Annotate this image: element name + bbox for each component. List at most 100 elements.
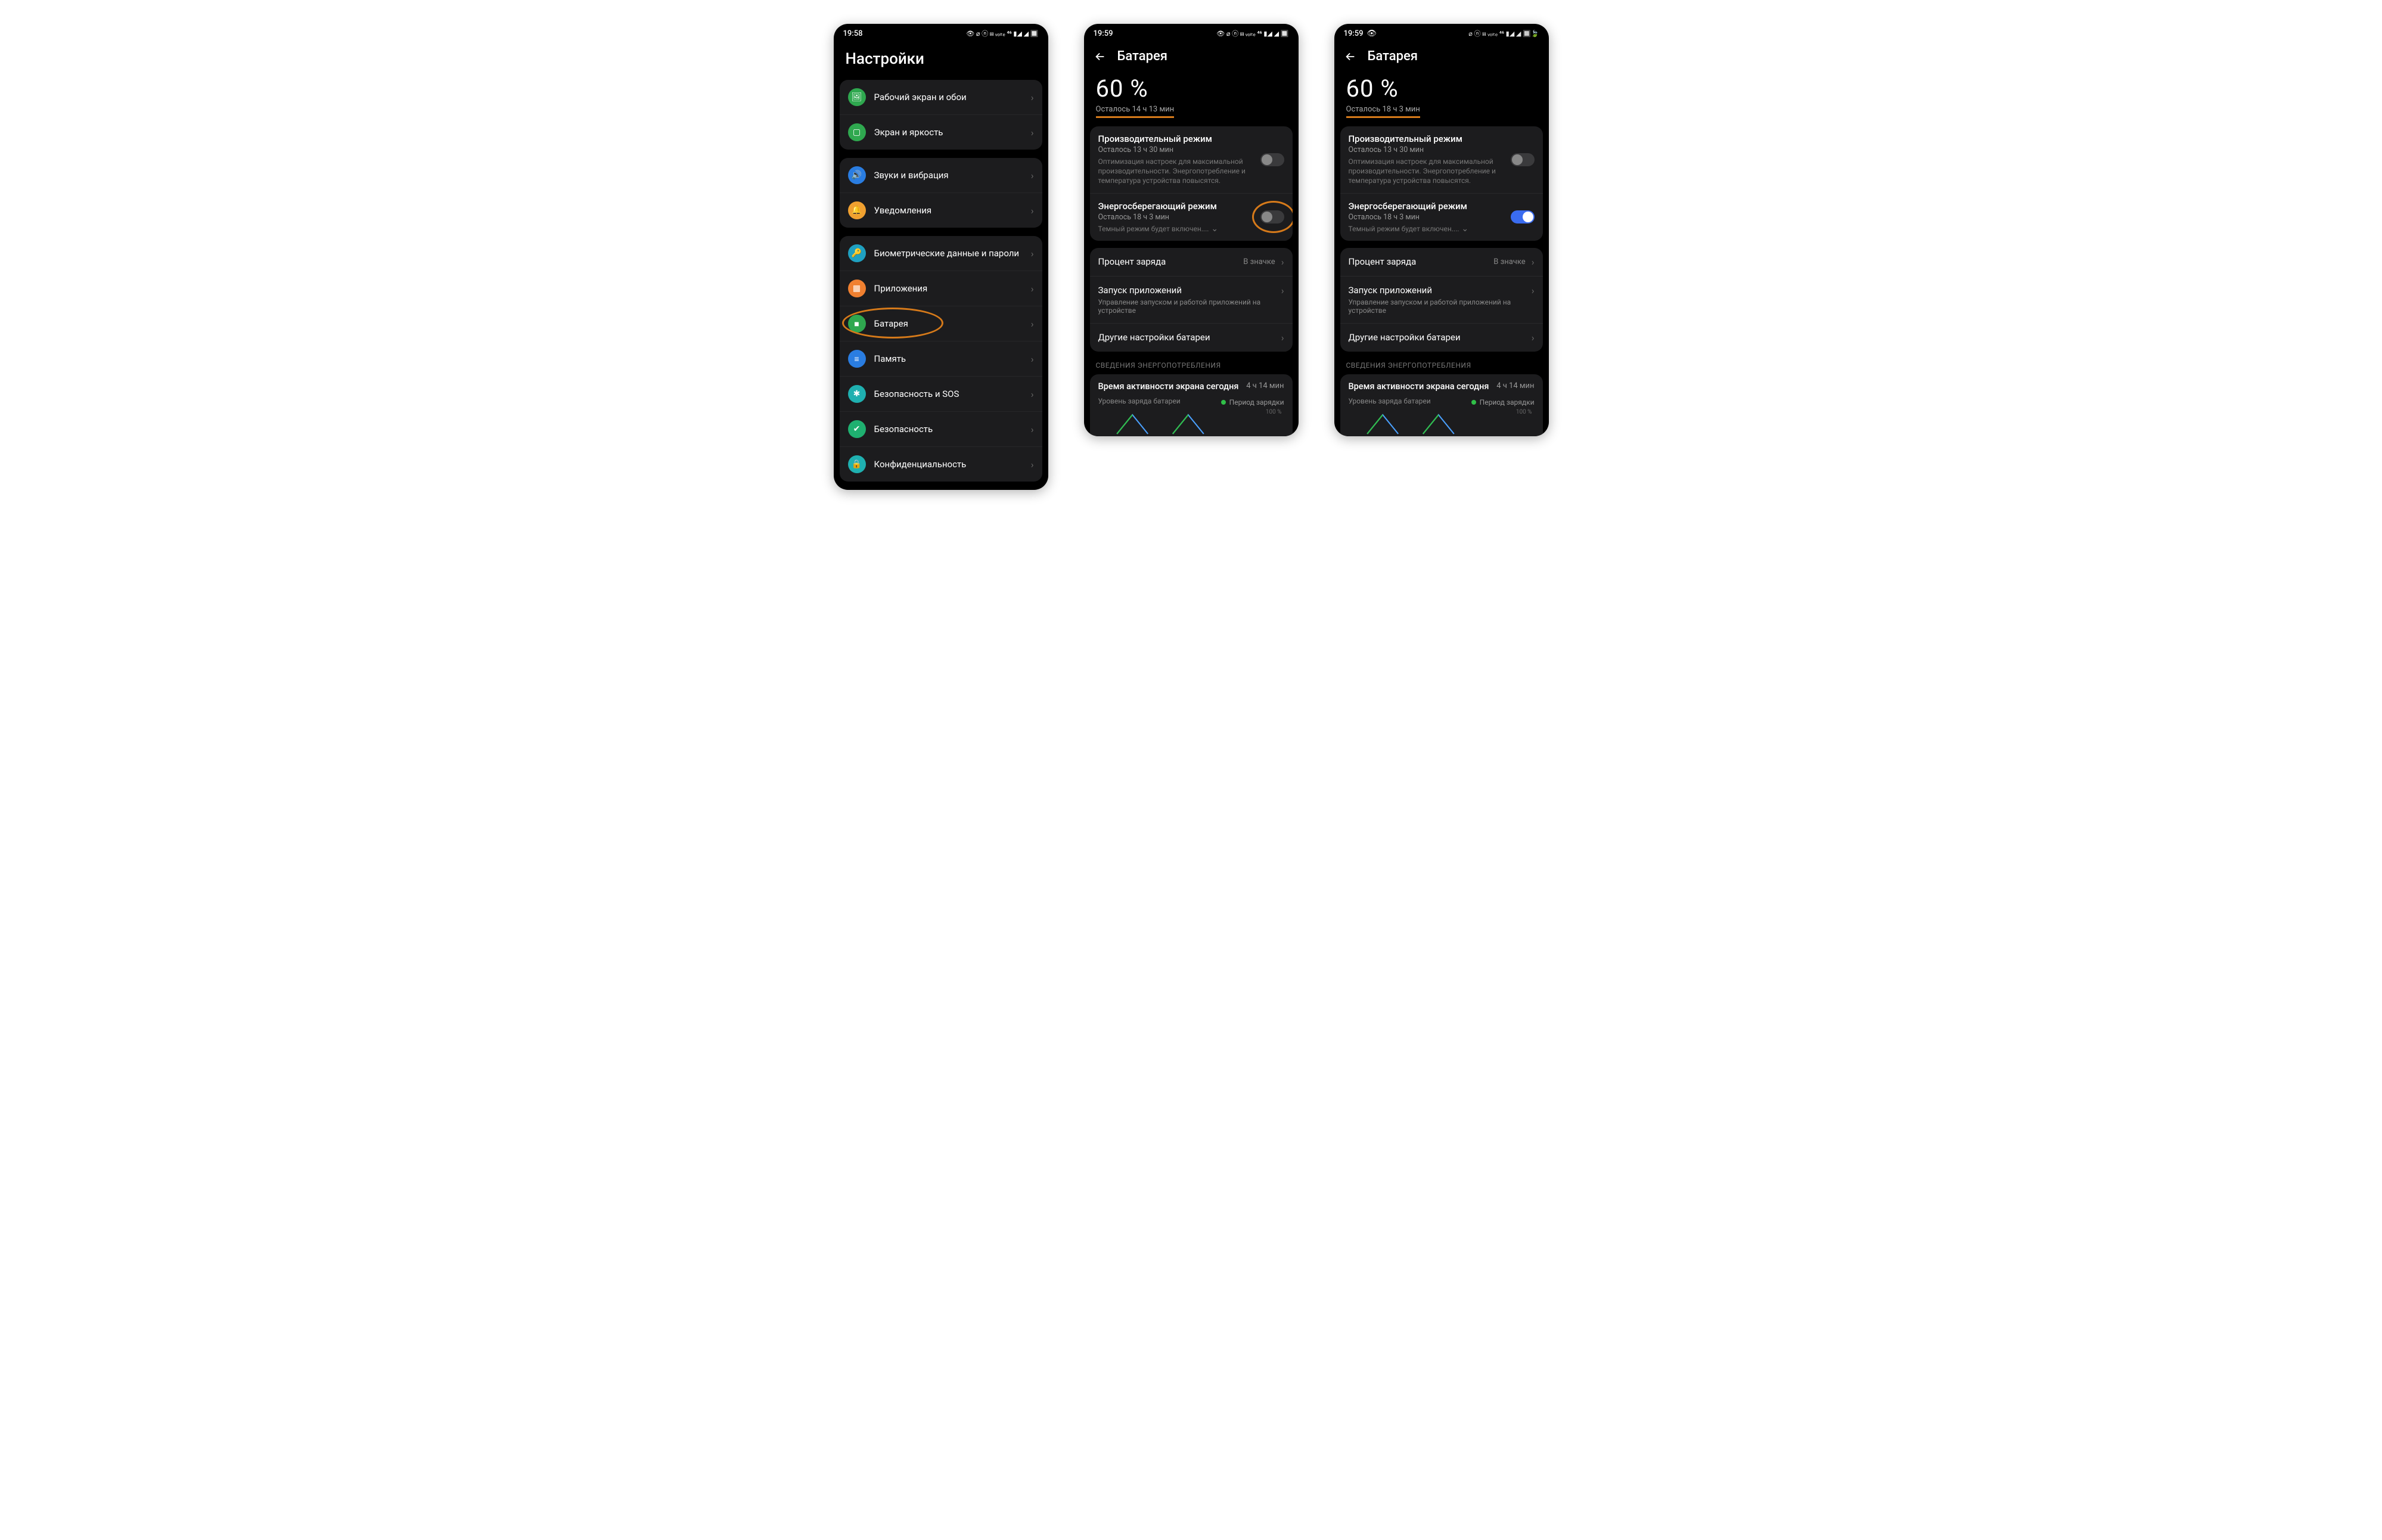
item-wallpaper[interactable]: 🖼 Рабочий экран и обои › [840,80,1042,114]
display-icon: ▢ [848,123,866,141]
chevron-down-icon[interactable]: ⌄ [1211,224,1218,234]
time-remaining: Осталось 14 ч 13 мин [1096,105,1175,118]
item-notifications[interactable]: 🔔 Уведомления › [840,192,1042,228]
phone-battery-eco-off: 19:59 👁 ⌀ ⓝ ⩎ ᵥₒₗₜₑ ⁴⁶ ▮◢ ◢ 🔲 Батарея 60… [1084,24,1299,436]
other-settings-row[interactable]: Другие настройки батареи › [1090,323,1293,352]
row-label: Другие настройки батареи [1349,332,1526,343]
battery-header: 60 % Осталось 14 ч 13 мин [1084,72,1299,120]
eco-mode-row[interactable]: Энергосберегающий режим Осталось 18 ч 3 … [1340,193,1543,241]
chevron-right-icon: › [1532,332,1535,343]
item-label: Безопасность и SOS [874,389,1023,400]
item-label: Уведомления [874,205,1023,216]
shield-icon: ✔ [848,420,866,438]
header-row: Батарея [1084,41,1299,72]
status-time: 19:59 [1344,29,1364,38]
chevron-right-icon: › [1281,332,1284,343]
mode-description: Темный режим будет включен.... [1349,225,1459,233]
item-sound[interactable]: 🔊 Звуки и вибрация › [840,158,1042,192]
item-privacy[interactable]: 🔒 Конфиденциальность › [840,446,1042,482]
chevron-right-icon: › [1031,353,1034,365]
item-label: Рабочий экран и обои [874,92,1023,103]
battery-percentage: 60 % [1346,74,1537,103]
performance-toggle[interactable] [1260,153,1284,166]
charge-percentage-row[interactable]: Процент заряда В значке › [1090,248,1293,276]
phone-battery-eco-on: 19:59 👁 ⌀ ⓝ ⩎ ᵥₒₗₜₑ ⁴⁶ ▮◢ ◢ 🔲🍃 Батарея 6… [1334,24,1549,436]
item-label: Батарея [874,318,1023,330]
mode-title: Энергосберегающий режим [1349,201,1535,212]
chevron-right-icon: › [1281,256,1284,268]
settings-group-1: 🖼 Рабочий экран и обои › ▢ Экран и яркос… [840,80,1042,150]
chevron-right-icon: › [1031,459,1034,470]
key-icon: 🔑 [848,244,866,262]
item-security[interactable]: ✔ Безопасность › [840,411,1042,446]
chevron-right-icon: › [1031,424,1034,435]
sound-icon: 🔊 [848,166,866,184]
chevron-right-icon: › [1031,389,1034,400]
item-sos[interactable]: ✱ Безопасность и SOS › [840,376,1042,411]
page-title: Батарея [1368,49,1418,64]
phone-settings: 19:58 👁 ⌀ ⓝ ⩎ ᵥₒₗₜₑ ⁴⁶ ▮◢ ◢ 🔲 Настройки … [834,24,1048,490]
row-label: Другие настройки батареи [1098,332,1275,343]
chevron-right-icon: › [1532,285,1535,296]
status-icons: ⌀ ⓝ ⩎ ᵥₒₗₜₑ ⁴⁶ ▮◢ ◢ 🔲🍃 [1468,29,1539,38]
status-bar: 19:58 👁 ⌀ ⓝ ⩎ ᵥₒₗₜₑ ⁴⁶ ▮◢ ◢ 🔲 [834,24,1048,41]
chevron-right-icon: › [1031,318,1034,330]
battery-options-card: Процент заряда В значке › Запуск приложе… [1340,248,1543,352]
item-label: Конфиденциальность [874,459,1023,470]
mode-title: Производительный режим [1349,133,1535,144]
eye-icon: 👁 [1367,29,1377,38]
mode-description: Оптимизация настроек для максимальной пр… [1349,157,1535,186]
row-subtitle: Управление запуском и работой приложений… [1098,298,1284,315]
mode-remaining: Осталось 18 ч 3 мин [1098,213,1284,222]
lock-icon: 🔒 [848,455,866,473]
eco-toggle[interactable] [1511,210,1535,223]
chevron-right-icon: › [1281,285,1284,296]
row-label: Процент заряда [1349,256,1488,267]
legend-left: Уровень заряда батареи [1349,397,1431,406]
settings-group-2: 🔊 Звуки и вибрация › 🔔 Уведомления › [840,158,1042,228]
apps-icon: ▦ [848,280,866,297]
item-label: Память [874,353,1023,365]
legend-dot-icon [1221,400,1226,405]
item-display[interactable]: ▢ Экран и яркость › [840,114,1042,150]
legend-right: Период зарядки [1221,398,1284,406]
battery-options-card: Процент заряда В значке › Запуск приложе… [1090,248,1293,352]
battery-chart: 100 % [1098,410,1284,436]
back-button[interactable] [1094,50,1107,63]
chevron-right-icon: › [1031,127,1034,138]
battery-icon: ■ [848,315,866,333]
performance-mode-row[interactable]: Производительный режим Осталось 13 ч 30 … [1090,126,1293,193]
usage-card[interactable]: Время активности экрана сегодня 4 ч 14 м… [1090,374,1293,436]
row-label: Запуск приложений [1349,285,1532,296]
charge-percentage-row[interactable]: Процент заряда В значке › [1340,248,1543,276]
app-launch-row[interactable]: Запуск приложений › Управление запуском … [1090,276,1293,323]
usage-title: Время активности экрана сегодня [1349,381,1489,393]
item-label: Приложения [874,283,1023,294]
other-settings-row[interactable]: Другие настройки батареи › [1340,323,1543,352]
legend-left: Уровень заряда батареи [1098,397,1181,406]
legend-dot-icon [1471,400,1476,405]
item-battery[interactable]: ■ Батарея › [840,306,1042,341]
chevron-down-icon[interactable]: ⌄ [1461,224,1468,234]
row-value: В значке [1493,257,1525,266]
status-time: 19:58 [843,29,863,38]
performance-mode-row[interactable]: Производительный режим Осталось 13 ч 30 … [1340,126,1543,193]
chevron-right-icon: › [1031,248,1034,259]
page-title-row: Настройки [834,41,1048,80]
app-launch-row[interactable]: Запуск приложений › Управление запуском … [1340,276,1543,323]
item-label: Экран и яркость [874,127,1023,138]
battery-chart: 100 % [1349,410,1535,436]
sos-icon: ✱ [848,385,866,403]
item-apps[interactable]: ▦ Приложения › [840,271,1042,306]
mode-remaining: Осталось 13 ч 30 мин [1349,145,1535,154]
status-bar: 19:59 👁 ⌀ ⓝ ⩎ ᵥₒₗₜₑ ⁴⁶ ▮◢ ◢ 🔲🍃 [1334,24,1549,41]
usage-title: Время активности экрана сегодня [1098,381,1239,393]
eco-toggle[interactable] [1260,210,1284,223]
item-biometrics[interactable]: 🔑 Биометрические данные и пароли › [840,236,1042,271]
usage-section-label: СВЕДЕНИЯ ЭНЕРГОПОТРЕБЛЕНИЯ [1084,359,1299,374]
performance-toggle[interactable] [1511,153,1535,166]
back-button[interactable] [1344,50,1357,63]
eco-mode-row[interactable]: Энергосберегающий режим Осталось 18 ч 3 … [1090,193,1293,241]
item-storage[interactable]: ≡ Память › [840,341,1042,376]
usage-card[interactable]: Время активности экрана сегодня 4 ч 14 м… [1340,374,1543,436]
